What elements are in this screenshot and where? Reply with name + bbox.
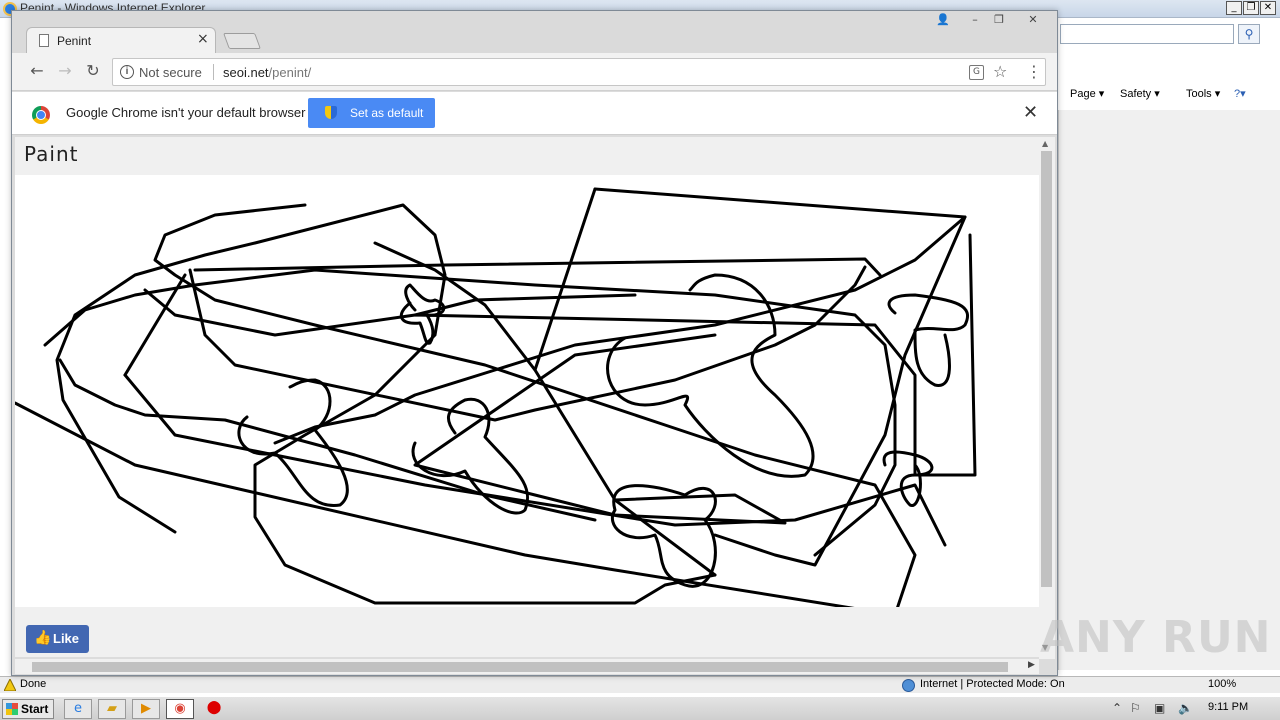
ie-security-zone: Internet | Protected Mode: On [920,678,1065,690]
windows-logo-icon [6,703,18,715]
url-path: /penint/ [268,65,312,80]
start-label: Start [21,702,49,716]
info-icon[interactable]: i [120,65,134,79]
start-button[interactable]: Start [2,699,54,719]
ie-minimize-button[interactable]: _ [1226,1,1242,15]
tab-strip: Penint × 👤 – ❐ ✕ [12,11,1057,53]
action-center-flag-icon[interactable]: ⚐ [1130,701,1141,715]
set-as-default-label: Set as default [350,106,424,120]
stroke-10 [123,273,187,377]
infobar-close-icon[interactable]: ✕ [1023,102,1038,123]
stop-sign-icon[interactable]: ⬤ [200,699,228,719]
ie-zoom-level[interactable]: 100% [1208,678,1236,690]
explorer-folder-icon[interactable]: ▰ [98,699,126,719]
chrome-logo-icon [32,106,50,124]
stroke-3 [273,187,967,445]
help-icon[interactable]: ?▾ [1234,87,1246,100]
ie-page-menu[interactable]: Page ▾ [1070,87,1104,100]
warning-icon [4,679,16,691]
horizontal-scroll-thumb[interactable] [32,662,1008,672]
like-label: Like [53,631,80,646]
globe-icon [902,679,915,692]
ie-safety-menu[interactable]: Safety ▾ [1120,87,1160,100]
browser-toolbar: ← → ↻ i Not secure seoi.net/penint/ G ☆ … [12,53,1057,91]
ie-restore-button[interactable]: ❐ [1243,1,1259,15]
page-title: Paint [24,142,79,166]
stroke-21 [882,450,934,507]
system-clock[interactable]: 9:11 PM [1208,701,1248,713]
scroll-up-icon[interactable]: ▲ [1042,139,1048,148]
scroll-right-icon[interactable]: ▶ [1028,660,1035,670]
infobar-message: Google Chrome isn't your default browser [66,105,306,120]
back-button[interactable]: ← [26,61,48,83]
ie-close-button[interactable]: ✕ [1260,1,1276,15]
horizontal-scrollbar[interactable]: ▶ [15,659,1039,674]
ie-command-bar: Page ▾ Safety ▾ Tools ▾ ?▾ [1058,84,1280,104]
maximize-button[interactable]: ❐ [988,13,1010,27]
stroke-9 [123,373,947,547]
ie-search-input[interactable] [1060,24,1234,44]
omnibox-divider [213,64,214,80]
new-tab-button[interactable] [223,33,261,49]
translate-icon[interactable]: G [969,65,984,80]
tab-title: Penint [57,34,92,48]
taskbar: Start e ▰ ▶ ◉ ⬤ ⌃ ⚐ ▣ 🔈 9:11 PM [0,696,1280,720]
security-label[interactable]: Not secure [139,65,202,80]
reload-button[interactable]: ↻ [82,61,104,83]
stroke-12 [413,333,787,525]
vertical-scrollbar[interactable]: ▲ ▼ [1039,137,1055,659]
bookmark-star-icon[interactable]: ☆ [993,62,1007,81]
anyrun-watermark: ANY RUN [1040,612,1272,663]
tab-penint[interactable]: Penint × [26,27,216,53]
chrome-taskbar-icon[interactable]: ◉ [166,699,194,719]
ie-taskbar-icon[interactable]: e [64,699,92,719]
facebook-like-button[interactable]: 👍 Like [26,625,89,653]
stroke-8 [143,233,977,477]
shield-icon [325,106,337,119]
page-icon [39,34,49,47]
tab-close-icon[interactable]: × [197,31,209,47]
volume-icon[interactable]: 🔈 [1178,701,1193,715]
paint-canvas[interactable] [15,175,1039,607]
ie-tools-menu[interactable]: Tools ▾ [1186,87,1220,100]
forward-button[interactable]: → [54,61,76,83]
ie-status-text: Done [20,678,47,690]
tray-expand-icon[interactable]: ⌃ [1112,701,1122,715]
set-as-default-button[interactable]: Set as default [308,98,435,128]
search-icon[interactable]: ⚲ [1238,24,1260,44]
minimize-button[interactable]: – [964,13,986,27]
media-player-icon[interactable]: ▶ [132,699,160,719]
close-window-button[interactable]: ✕ [1022,13,1044,27]
default-browser-infobar: Google Chrome isn't your default browser… [12,92,1057,135]
ie-status-bar: Done Internet | Protected Mode: On 100% [0,676,1280,693]
page-viewport: Paint 👍 Like [15,137,1039,657]
menu-icon[interactable]: ⋮ [1026,62,1042,81]
thumbs-up-icon: 👍 [34,630,52,646]
profile-icon[interactable]: 👤 [932,13,954,27]
url-text[interactable]: seoi.net/penint/ [223,65,311,80]
network-icon[interactable]: ▣ [1154,701,1165,715]
chrome-window: Penint × 👤 – ❐ ✕ ← → ↻ i Not secure seoi… [11,10,1058,676]
stroke-15 [413,293,637,317]
vertical-scroll-thumb[interactable] [1041,151,1052,587]
address-bar[interactable]: i Not secure seoi.net/penint/ G ☆ [112,58,1046,86]
url-host: seoi.net [223,65,269,80]
ie-content-area [1058,110,1280,670]
